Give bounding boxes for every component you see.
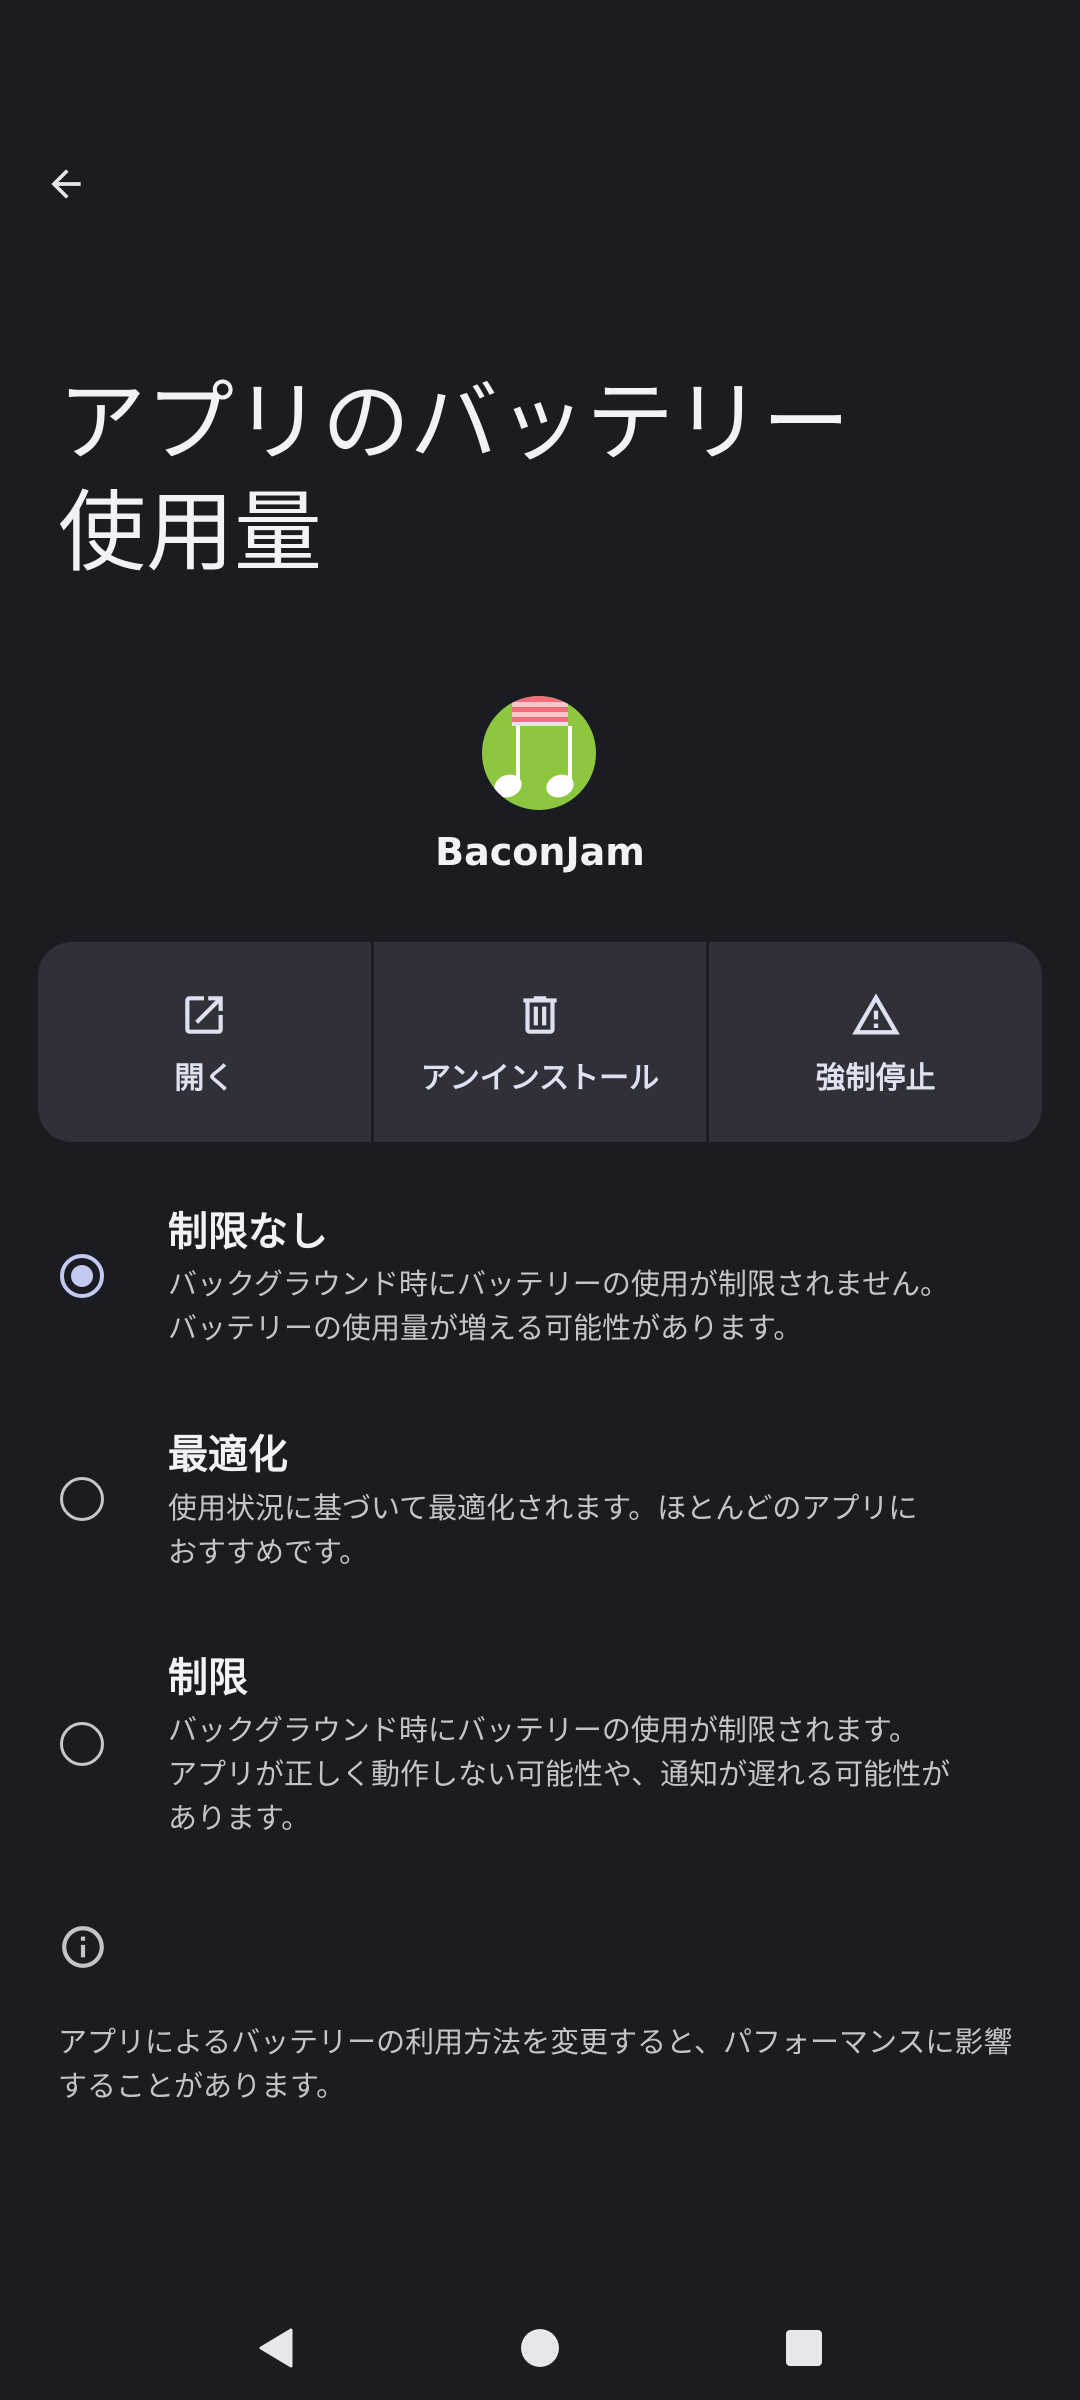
uninstall-button-label: アンインストール [420, 1061, 660, 1096]
force-stop-button[interactable]: 強制停止 [709, 942, 1042, 1142]
back-button[interactable] [30, 150, 102, 222]
option-description: 使用状況に基づいて最適化されます。ほとんどのアプリに おすすめです。 [168, 1491, 918, 1569]
open-button[interactable]: 開く [38, 942, 371, 1142]
trash-icon [512, 987, 568, 1043]
radio-restricted[interactable] [60, 1722, 104, 1766]
system-nav-bar [0, 2300, 1080, 2400]
page-title: アプリのバッテリー 使用量 [58, 371, 851, 584]
app-action-bar: 開く アンインストール 強制停止 [38, 942, 1042, 1142]
open-external-icon [176, 987, 232, 1043]
option-description: バックグラウンド時にバッテリーの使用が制限されます。 アプリが正しく動作しない可… [168, 1713, 951, 1835]
radio-unrestricted[interactable] [60, 1254, 104, 1298]
app-icon [482, 696, 596, 810]
warning-icon [848, 987, 904, 1043]
app-name: BaconJam [435, 830, 645, 874]
uninstall-button[interactable]: アンインストール [373, 942, 707, 1142]
nav-home-button[interactable] [510, 2320, 570, 2380]
nav-recents-button[interactable] [774, 2320, 834, 2380]
option-title: 最適化 [168, 1432, 288, 1478]
nav-back-icon [255, 2327, 297, 2373]
option-title: 制限なし [168, 1209, 328, 1255]
radio-optimized[interactable] [60, 1477, 104, 1521]
option-title: 制限 [168, 1655, 248, 1701]
arrow-back-icon [44, 162, 88, 210]
info-text: アプリによるバッテリーの利用方法を変更すると、パフォーマンスに影響 することがあ… [58, 2025, 1013, 2103]
open-button-label: 開く [174, 1061, 235, 1096]
nav-home-icon [520, 2328, 560, 2372]
option-description: バックグラウンド時にバッテリーの使用が制限されません。 バッテリーの使用量が増え… [168, 1267, 949, 1345]
force-stop-button-label: 強制停止 [815, 1061, 936, 1096]
nav-recents-icon [785, 2329, 823, 2371]
info-icon [58, 1922, 108, 1972]
nav-back-button[interactable] [246, 2320, 306, 2380]
music-note-app-icon [482, 696, 596, 810]
